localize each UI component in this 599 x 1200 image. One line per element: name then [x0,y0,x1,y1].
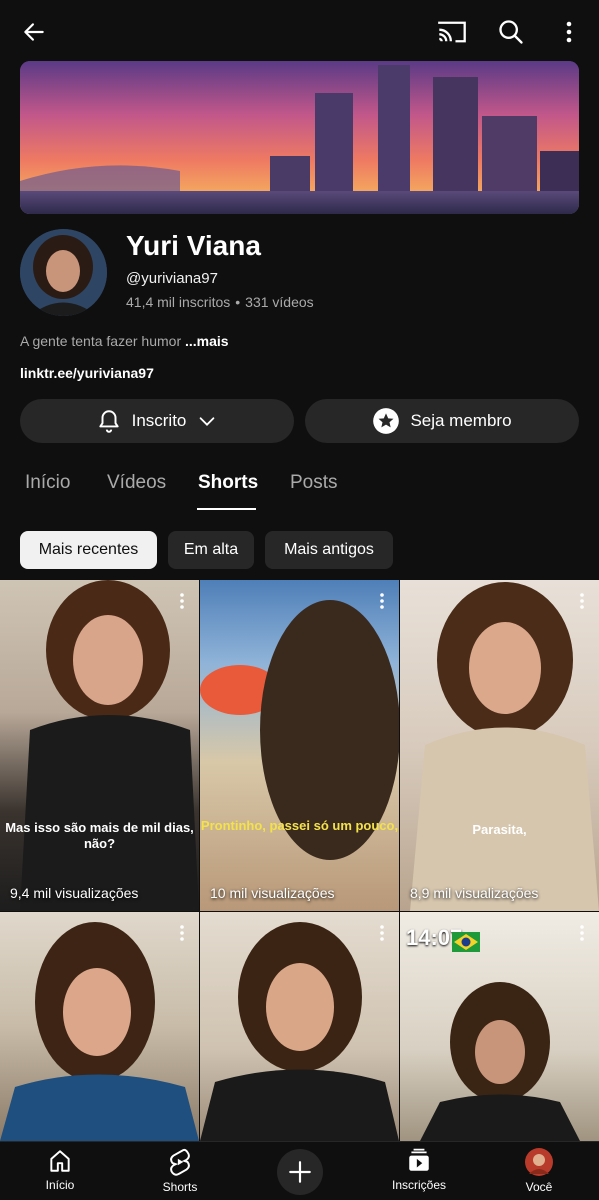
tab-videos[interactable]: Vídeos [107,472,166,494]
channel-banner [20,61,579,214]
channel-avatar[interactable] [20,229,107,316]
tab-posts[interactable]: Posts [290,472,338,494]
top-app-bar [0,0,599,62]
channel-stats: 41,4 mil inscritos • 331 vídeos [126,294,314,310]
short-views: 8,9 mil visualizações [410,885,539,901]
more-options-icon[interactable] [553,16,585,48]
active-tab-indicator [197,508,256,510]
subscriptions-icon [409,1148,429,1171]
more-options-icon[interactable] [575,592,589,610]
member-label: Seja membro [410,411,512,430]
nav-home[interactable]: Início [15,1148,105,1192]
subscribed-label: Inscrito [131,411,187,430]
short-thumbnail[interactable]: Mas isso são mais de mil dias, não? 9,4 … [0,580,199,911]
plus-icon [289,1161,311,1183]
create-button[interactable] [277,1149,323,1195]
nav-subscriptions-label: Inscrições [391,1178,447,1192]
short-thumbnail[interactable]: Parasita, 8,9 mil visualizações [400,580,599,911]
home-icon [50,1150,70,1172]
nav-home-label: Início [45,1178,75,1192]
more-options-icon[interactable] [375,924,389,942]
join-membership-button[interactable]: Seja membro [305,399,579,443]
bell-icon [98,410,119,433]
short-caption: Mas isso são mais de mil dias, não? [5,820,194,851]
search-icon[interactable] [495,16,527,48]
shorts-icon [170,1148,190,1176]
brazil-flag-icon [452,932,480,952]
back-arrow-icon[interactable] [18,16,50,48]
nav-shorts[interactable]: Shorts [135,1148,225,1194]
more-options-icon[interactable] [375,592,389,610]
short-caption: Prontinho, passei só um pouco, [200,818,399,833]
channel-handle: @yuriviana97 [126,270,218,287]
tab-shorts[interactable]: Shorts [198,472,258,494]
short-views: 9,4 mil visualizações [10,885,139,901]
more-options-icon[interactable] [175,924,189,942]
nav-you-label: Você [525,1180,553,1194]
channel-tabs: Início Vídeos Shorts Posts [0,465,599,513]
short-views: 10 mil visualizações [210,885,335,901]
subscribed-button[interactable]: Inscrito [20,399,294,443]
nav-subscriptions[interactable]: Inscrições [374,1148,464,1192]
nav-shorts-label: Shorts [162,1180,198,1194]
chevron-down-icon [200,417,215,426]
more-options-icon[interactable] [175,592,189,610]
subscriber-count: 41,4 mil inscritos [126,294,231,310]
chip-trending[interactable]: Em alta [168,531,254,569]
chip-oldest[interactable]: Mais antigos [265,531,393,569]
description-text: A gente tenta fazer humor [20,333,185,349]
more-link[interactable]: ...mais [185,333,229,349]
channel-description[interactable]: A gente tenta fazer humor ...mais [20,333,229,349]
more-options-icon[interactable] [575,924,589,942]
short-thumbnail[interactable]: 14:07 [400,912,599,1141]
video-count: 331 vídeos [245,294,314,310]
channel-name: Yuri Viana [126,230,261,261]
avatar [525,1148,553,1176]
chip-most-recent[interactable]: Mais recentes [20,531,157,569]
short-thumbnail[interactable]: Prontinho, passei só um pouco, 10 mil vi… [200,580,399,911]
cast-icon[interactable] [436,16,468,48]
bottom-navigation: Início Shorts Inscrições Você [0,1141,599,1200]
channel-link[interactable]: linktr.ee/yuriviana97 [20,365,154,381]
tab-home[interactable]: Início [25,472,70,494]
nav-you[interactable]: Você [494,1148,584,1194]
short-caption: Parasita, [472,822,527,837]
short-thumbnail[interactable] [0,912,199,1141]
star-badge-icon [373,408,400,434]
short-thumbnail[interactable] [200,912,399,1141]
